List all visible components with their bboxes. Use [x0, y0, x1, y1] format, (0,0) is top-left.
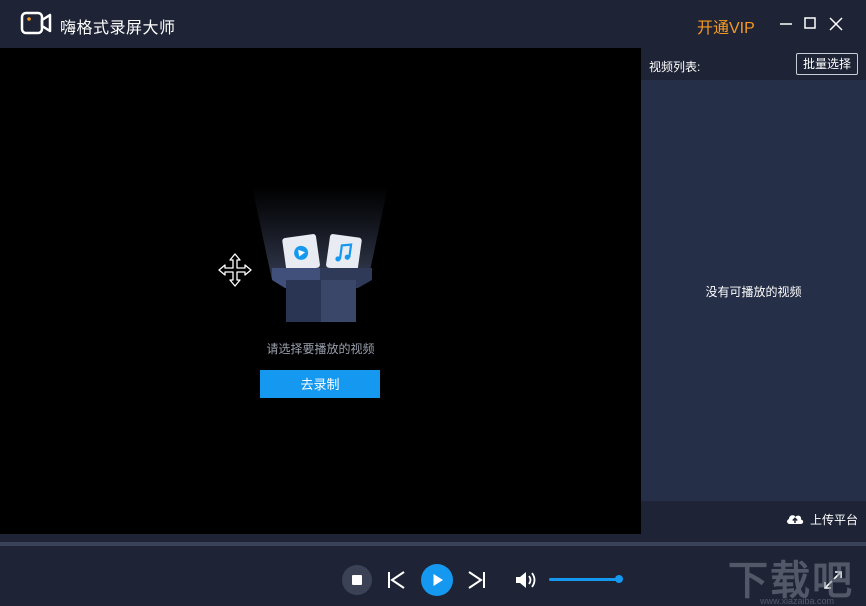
previous-button[interactable]: [386, 570, 406, 595]
empty-box-illustration: [252, 186, 388, 322]
title-bar: 嗨格式录屏大师 开通VIP: [0, 0, 866, 48]
maximize-icon: [804, 17, 816, 29]
select-video-hint: 请选择要播放的视频: [266, 342, 375, 356]
upload-platform-button[interactable]: 上传平台: [785, 509, 860, 529]
batch-select-button[interactable]: 批量选择: [796, 53, 858, 75]
stop-button[interactable]: [341, 564, 373, 601]
camera-icon: [20, 11, 52, 35]
move-cursor-icon: [218, 253, 252, 287]
upload-platform-label: 上传平台: [810, 513, 859, 527]
panel-title: 视频列表:: [649, 60, 701, 74]
go-record-button[interactable]: 去录制: [260, 370, 380, 398]
play-icon: [421, 564, 453, 596]
watermark-url: www.xiazaiba.com: [760, 596, 835, 606]
panel-header: 视频列表: 批量选择: [641, 48, 866, 80]
skip-next-icon: [468, 571, 485, 589]
volume-icon: [516, 572, 536, 588]
video-list-panel: 视频列表: 批量选择 没有可播放的视频 上传平台: [641, 48, 866, 534]
stop-icon: [342, 565, 372, 595]
minimize-icon: [780, 23, 792, 25]
volume-button[interactable]: [514, 569, 540, 596]
video-player-area[interactable]: 请选择要播放的视频 去录制: [0, 48, 641, 534]
watermark-logo: 下载吧 www.xiazaiba.com: [728, 548, 854, 606]
empty-list-text: 没有可播放的视频: [705, 285, 802, 299]
skip-previous-icon: [388, 571, 405, 589]
video-list[interactable]: 没有可播放的视频: [641, 80, 866, 501]
cloud-upload-icon: [787, 515, 804, 524]
app-title: 嗨格式录屏大师: [60, 20, 176, 37]
close-icon: [829, 17, 843, 31]
vip-button[interactable]: 开通VIP: [697, 14, 755, 38]
minimize-button[interactable]: [774, 12, 798, 36]
next-button[interactable]: [467, 570, 487, 595]
play-button[interactable]: [421, 564, 453, 601]
maximize-button[interactable]: [798, 12, 822, 36]
volume-slider[interactable]: [549, 578, 620, 581]
close-button[interactable]: [824, 12, 848, 36]
